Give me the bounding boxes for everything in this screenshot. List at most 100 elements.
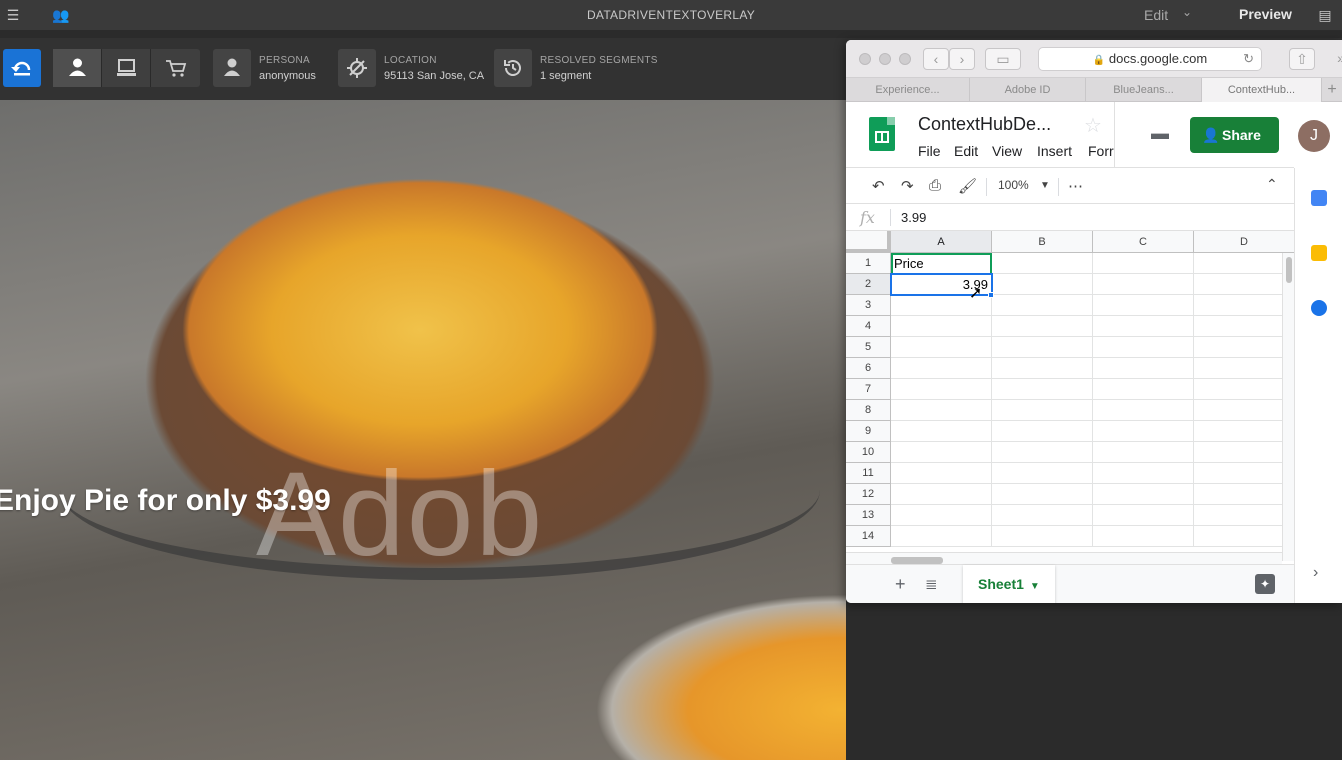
data-driven-overlay-text[interactable]: Enjoy Pie for only $3.99 — [0, 484, 331, 518]
empty-cell[interactable] — [992, 253, 1093, 274]
empty-cell[interactable] — [1194, 379, 1294, 400]
select-all-corner[interactable] — [846, 231, 891, 253]
empty-cell[interactable] — [1093, 484, 1194, 505]
formula-input[interactable]: 3.99 — [901, 210, 926, 225]
column-header-c[interactable]: C — [1093, 231, 1194, 253]
browser-tab[interactable]: BlueJeans... — [1086, 78, 1202, 102]
empty-cell[interactable] — [891, 442, 992, 463]
empty-cell[interactable] — [891, 421, 992, 442]
more-tabs-icon[interactable]: » — [1328, 48, 1342, 70]
empty-cell[interactable] — [891, 316, 992, 337]
empty-cell[interactable] — [1093, 421, 1194, 442]
fill-handle[interactable] — [988, 292, 994, 298]
empty-cell[interactable] — [1093, 274, 1194, 295]
empty-cell[interactable] — [992, 400, 1093, 421]
location-module[interactable]: LOCATION 95113 San Jose, CA — [338, 49, 484, 87]
empty-cell[interactable] — [992, 421, 1093, 442]
back-button[interactable]: ‹ — [923, 48, 949, 70]
empty-cell[interactable] — [891, 463, 992, 484]
browser-tab-active[interactable]: ContextHub... — [1202, 78, 1322, 102]
comment-icon[interactable]: ▬ — [1151, 124, 1171, 142]
preview-button[interactable]: Preview — [1239, 6, 1292, 22]
calendar-icon[interactable] — [1311, 190, 1327, 206]
empty-cell[interactable] — [1194, 526, 1294, 547]
keep-icon[interactable] — [1311, 245, 1327, 261]
redo-icon[interactable]: ↷ — [901, 177, 914, 195]
empty-cell[interactable] — [1194, 400, 1294, 421]
empty-cell[interactable] — [1093, 358, 1194, 379]
empty-cell[interactable] — [1194, 358, 1294, 379]
avatar[interactable]: J — [1298, 120, 1330, 152]
row-header[interactable]: 1 — [846, 253, 891, 274]
empty-cell[interactable] — [1194, 274, 1294, 295]
paint-format-icon[interactable]: 🖌 — [958, 177, 977, 195]
row-header[interactable]: 13 — [846, 505, 891, 526]
empty-cell[interactable] — [1194, 463, 1294, 484]
empty-cell[interactable] — [891, 337, 992, 358]
empty-cell[interactable] — [1093, 463, 1194, 484]
print-icon[interactable]: ⎙ — [929, 177, 941, 194]
empty-cell[interactable] — [1194, 253, 1294, 274]
zoom-caret-icon[interactable]: ▼ — [1040, 180, 1050, 191]
minimize-window-button[interactable] — [879, 53, 891, 65]
share-sheet-button[interactable]: ⇧ — [1289, 48, 1315, 70]
cell-a1[interactable]: Price — [891, 253, 992, 274]
empty-cell[interactable] — [1194, 295, 1294, 316]
empty-cell[interactable] — [891, 358, 992, 379]
share-button[interactable]: 👤 Share — [1190, 117, 1279, 153]
menu-file[interactable]: File — [918, 143, 941, 159]
column-header-d[interactable]: D — [1194, 231, 1294, 253]
row-header[interactable]: 3 — [846, 295, 891, 316]
empty-cell[interactable] — [1194, 505, 1294, 526]
empty-cell[interactable] — [1093, 505, 1194, 526]
document-title[interactable]: ContextHubDe... — [918, 114, 1051, 135]
sheets-logo-icon[interactable] — [869, 117, 895, 151]
chevron-down-icon[interactable]: ⌄ — [1182, 5, 1192, 19]
sheet-tab-sheet1[interactable]: Sheet1 ▼ — [963, 565, 1055, 603]
empty-cell[interactable] — [1194, 337, 1294, 358]
empty-cell[interactable] — [1093, 526, 1194, 547]
persona-module[interactable]: PERSONA anonymous — [213, 49, 323, 87]
add-sheet-icon[interactable]: + — [895, 574, 906, 595]
empty-cell[interactable] — [1093, 295, 1194, 316]
row-header[interactable]: 2 — [846, 274, 891, 295]
empty-cell[interactable] — [1194, 484, 1294, 505]
sheet-caret-icon[interactable]: ▼ — [1030, 581, 1040, 592]
menu-insert[interactable]: Insert — [1037, 143, 1072, 159]
row-header[interactable]: 9 — [846, 421, 891, 442]
menu-format[interactable]: Forr — [1088, 143, 1114, 159]
empty-cell[interactable] — [992, 295, 1093, 316]
row-header[interactable]: 11 — [846, 463, 891, 484]
empty-cell[interactable] — [992, 484, 1093, 505]
row-header[interactable]: 7 — [846, 379, 891, 400]
row-header[interactable]: 5 — [846, 337, 891, 358]
cart-mode-button[interactable] — [151, 49, 200, 87]
tasks-icon[interactable] — [1311, 300, 1327, 316]
empty-cell[interactable] — [992, 463, 1093, 484]
desktop-mode-button[interactable] — [102, 49, 151, 87]
empty-cell[interactable] — [992, 316, 1093, 337]
browser-tab[interactable]: Experience... — [846, 78, 970, 102]
empty-cell[interactable] — [1093, 400, 1194, 421]
collapse-chevron-icon[interactable]: ⌃ — [1266, 176, 1278, 193]
close-window-button[interactable] — [859, 53, 871, 65]
empty-cell[interactable] — [1194, 316, 1294, 337]
empty-cell[interactable] — [992, 358, 1093, 379]
forward-button[interactable]: › — [949, 48, 975, 70]
menu-edit[interactable]: Edit — [954, 143, 978, 159]
row-header[interactable]: 14 — [846, 526, 891, 547]
empty-cell[interactable] — [891, 400, 992, 421]
empty-cell[interactable] — [992, 274, 1093, 295]
row-header[interactable]: 10 — [846, 442, 891, 463]
edit-mode-dropdown[interactable]: Edit — [1144, 7, 1168, 23]
row-header[interactable]: 6 — [846, 358, 891, 379]
column-header-a[interactable]: A — [891, 231, 992, 253]
row-header[interactable]: 4 — [846, 316, 891, 337]
empty-cell[interactable] — [1093, 442, 1194, 463]
person-mode-button[interactable] — [53, 49, 102, 87]
horizontal-scroll-thumb[interactable] — [891, 557, 943, 564]
new-tab-button[interactable]: + — [1322, 78, 1342, 102]
page-properties-icon[interactable]: ▤ — [1316, 6, 1334, 24]
undo-icon[interactable]: ↶ — [872, 177, 885, 195]
row-header[interactable]: 12 — [846, 484, 891, 505]
